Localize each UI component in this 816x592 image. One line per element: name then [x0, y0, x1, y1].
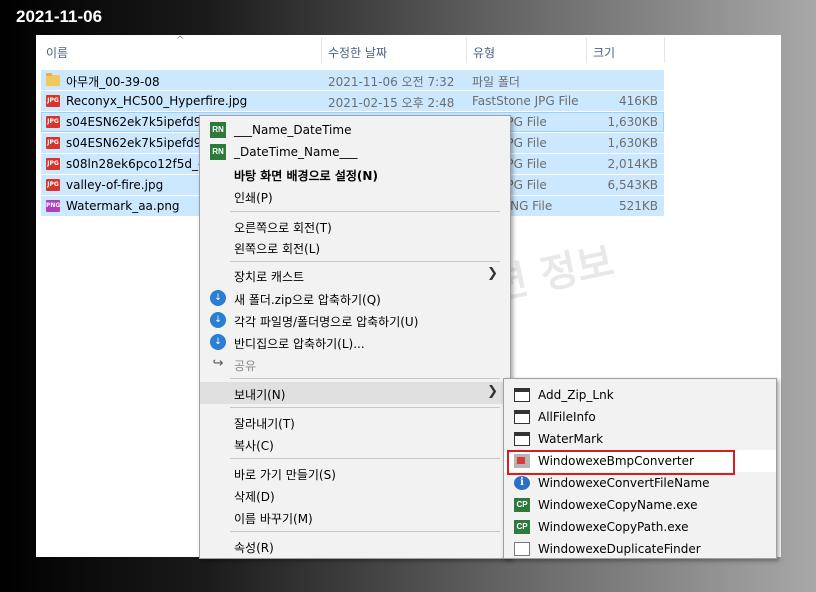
file-row[interactable]: 아무개_00-39-08 2021-11-06 오전 7:32 파일 폴더	[41, 70, 664, 90]
menu-item-rename[interactable]: 이름 바꾸기(M)	[200, 506, 510, 528]
file-date: 2021-02-15 오후 2:48	[328, 96, 455, 110]
menu-item-rotate-left[interactable]: 왼쪽으로 회전(L)	[200, 236, 510, 258]
send-to-item-copy-name[interactable]: CP WindowexeCopyName.exe	[504, 494, 776, 516]
rn-rename-icon: RN	[210, 144, 226, 160]
menu-item-share[interactable]: ↪ 공유	[200, 353, 510, 375]
column-header-type[interactable]: 유형	[473, 44, 495, 61]
menu-item-delete[interactable]: 삭제(D)	[200, 484, 510, 506]
menu-separator	[230, 378, 500, 379]
duplicate-icon	[514, 542, 530, 556]
png-file-icon: PNG	[46, 199, 60, 213]
file-size: 2,014KB	[607, 157, 658, 171]
send-to-item-allfileinfo[interactable]: AllFileInfo	[504, 406, 776, 428]
menu-item-cast-to-device[interactable]: 장치로 캐스트 ❯	[200, 264, 510, 286]
window-icon	[514, 432, 530, 446]
file-type: 파일 폴더	[472, 75, 520, 89]
column-header-modified[interactable]: 수정한 날짜	[328, 44, 387, 61]
context-menu: RN ___Name_DateTime RN _DateTime_Name___…	[199, 115, 511, 559]
menu-item-send-to[interactable]: 보내기(N) ❯	[200, 382, 510, 404]
file-name: valley-of-fire.jpg	[66, 178, 164, 192]
file-name: s04ESN62ek7k5ipefd9_-	[66, 115, 212, 129]
bandizip-icon: ↓	[210, 312, 226, 328]
window-icon	[514, 388, 530, 402]
submenu-arrow-icon: ❯	[487, 384, 498, 399]
menu-separator	[230, 211, 500, 212]
column-header-name[interactable]: 이름	[46, 44, 68, 61]
send-to-item-watermark[interactable]: WaterMark	[504, 428, 776, 450]
file-size: 416KB	[618, 94, 658, 108]
file-size: 1,630KB	[607, 115, 658, 129]
cp-icon: CP	[514, 498, 530, 512]
file-name: Reconyx_HC500_Hyperfire.jpg	[66, 94, 248, 108]
window-icon	[514, 410, 530, 424]
file-row[interactable]: JPG Reconyx_HC500_Hyperfire.jpg 2021-02-…	[41, 91, 664, 111]
sort-ascending-icon: ^	[176, 35, 185, 46]
menu-separator	[230, 458, 500, 459]
menu-item-copy[interactable]: 복사(C)	[200, 433, 510, 455]
menu-item-name-datetime[interactable]: RN ___Name_DateTime	[200, 119, 510, 141]
file-size: 1,630KB	[607, 136, 658, 150]
bandizip-icon: ↓	[210, 290, 226, 306]
menu-item-zip-new-folder[interactable]: ↓ 새 폴더.zip으로 압축하기(Q)	[200, 287, 510, 309]
column-divider[interactable]	[586, 37, 587, 63]
send-to-item-convert-file-name[interactable]: i WindowexeConvertFileName	[504, 472, 776, 494]
menu-item-print[interactable]: 인쇄(P)	[200, 185, 510, 207]
jpg-file-icon: JPG	[46, 136, 60, 150]
menu-item-cut[interactable]: 잘라내기(T)	[200, 411, 510, 433]
menu-item-create-shortcut[interactable]: 바로 가기 만들기(S)	[200, 462, 510, 484]
menu-item-properties[interactable]: 속성(R)	[200, 535, 510, 557]
file-name: s08ln28ek6pco12f5d_-3	[66, 157, 210, 171]
submenu-arrow-icon: ❯	[487, 266, 498, 281]
screenshot-date-stamp: 2021-11-06	[16, 7, 103, 26]
column-header-size[interactable]: 크기	[593, 44, 615, 61]
file-type: FastStone JPG File	[472, 94, 579, 108]
send-to-item-copy-path[interactable]: CP WindowexeCopyPath.exe	[504, 516, 776, 538]
jpg-file-icon: JPG	[46, 94, 60, 108]
menu-item-datetime-name[interactable]: RN _DateTime_Name___	[200, 141, 510, 163]
column-header-bar: ^ 이름 수정한 날짜 유형 크기	[36, 35, 781, 65]
column-divider[interactable]	[466, 37, 467, 63]
file-name: Watermark_aa.png	[66, 199, 180, 213]
send-to-item-bmp-converter[interactable]: WindowexeBmpConverter	[504, 450, 776, 475]
menu-separator	[230, 407, 500, 408]
share-icon: ↪	[212, 356, 224, 371]
send-to-submenu: Add_Zip_Lnk AllFileInfo WaterMark Window…	[503, 378, 777, 559]
column-divider[interactable]	[664, 37, 665, 63]
menu-item-set-wallpaper[interactable]: 바탕 화면 배경으로 설정(N)	[200, 163, 510, 185]
file-name: s04ESN62ek7k5ipefd9_-1	[66, 136, 220, 150]
send-to-item-duplicate-finder[interactable]: WindowexeDuplicateFinder	[504, 538, 776, 558]
column-divider[interactable]	[321, 37, 322, 63]
menu-item-zip-each[interactable]: ↓ 각각 파일명/폴더명으로 압축하기(U)	[200, 309, 510, 331]
jpg-file-icon: JPG	[46, 115, 60, 129]
file-size: 521KB	[618, 199, 658, 213]
menu-separator	[230, 531, 500, 532]
file-date: 2021-11-06 오전 7:32	[328, 75, 455, 89]
file-size: 6,543KB	[607, 178, 658, 192]
cp-icon: CP	[514, 520, 530, 534]
bandizip-icon: ↓	[210, 334, 226, 350]
jpg-file-icon: JPG	[46, 178, 60, 192]
file-name: 아무개_00-39-08	[66, 75, 160, 89]
folder-icon	[46, 73, 60, 87]
menu-item-bandizip[interactable]: ↓ 반디집으로 압축하기(L)...	[200, 331, 510, 353]
menu-separator	[230, 261, 500, 262]
menu-item-rotate-right[interactable]: 오른쪽으로 회전(T)	[200, 215, 510, 237]
info-icon: i	[514, 476, 530, 490]
jpg-file-icon: JPG	[46, 157, 60, 171]
rn-rename-icon: RN	[210, 122, 226, 138]
send-to-item-add-zip-lnk[interactable]: Add_Zip_Lnk	[504, 384, 776, 406]
